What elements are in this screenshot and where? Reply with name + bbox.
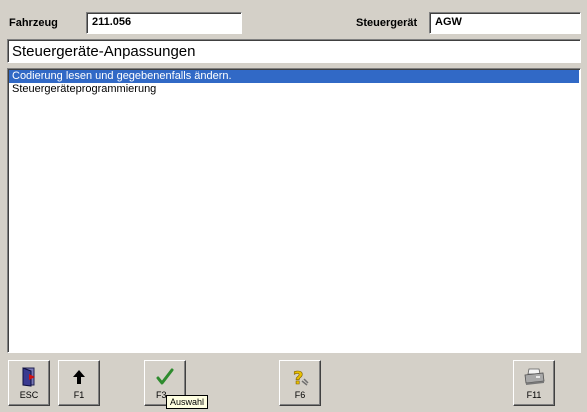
list-item-coding[interactable]: Codierung lesen und gegebenenfalls änder… [9, 70, 579, 83]
esc-button-label: ESC [19, 390, 39, 400]
function-list[interactable]: Codierung lesen und gegebenenfalls änder… [7, 68, 581, 353]
f11-button[interactable]: F11 [513, 360, 555, 406]
f6-button-label: F6 [294, 390, 306, 400]
help-question-icon: ? [280, 367, 320, 387]
ecu-field: AGW [429, 12, 581, 34]
f11-button-label: F11 [526, 390, 542, 400]
esc-button[interactable]: ESC [8, 360, 50, 406]
app-window: Fahrzeug 211.056 Steuergerät AGW Steuerg… [0, 0, 587, 412]
page-title: Steuergeräte-Anpassungen [7, 39, 581, 63]
printer-icon [514, 367, 554, 387]
f1-button[interactable]: F1 [58, 360, 100, 406]
vehicle-label: Fahrzeug [9, 17, 58, 29]
f1-button-label: F1 [73, 390, 85, 400]
svg-text:?: ? [293, 368, 303, 387]
header-bar: Fahrzeug 211.056 Steuergerät AGW [0, 0, 587, 35]
arrow-up-icon [59, 367, 99, 387]
tooltip: Auswahl [166, 395, 209, 409]
list-item-programming[interactable]: Steuergeräteprogrammierung [9, 83, 579, 96]
f6-button[interactable]: ? F6 [279, 360, 321, 406]
vehicle-field: 211.056 [86, 12, 242, 34]
checkmark-icon [145, 367, 185, 387]
ecu-label: Steuergerät [356, 17, 418, 29]
exit-door-icon [9, 367, 49, 387]
